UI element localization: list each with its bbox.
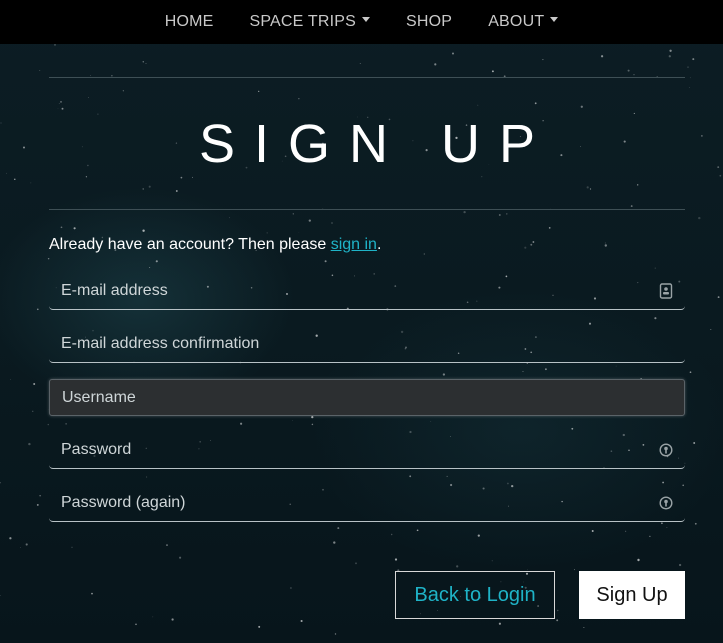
star [91,592,93,595]
star [689,87,690,88]
signin-link[interactable]: sign in [331,236,377,253]
star [33,383,36,385]
star [36,503,39,506]
star [637,558,640,562]
contact-card-icon [659,283,673,299]
star [28,442,31,446]
signin-prompt-text: Already have an account? Then please [49,236,327,253]
star [698,216,701,220]
star [10,379,11,380]
star [498,622,501,625]
star [25,543,28,546]
star [477,534,480,537]
star [0,122,2,124]
star [14,178,16,181]
star [0,482,1,484]
star [39,70,41,71]
key-icon [659,443,673,457]
password-again-placeholder: Password (again) [61,494,186,511]
sign-up-button[interactable]: Sign Up [579,571,685,619]
nav-home-label: HOME [164,13,214,30]
star [649,535,651,538]
back-to-login-button[interactable]: Back to Login [395,571,555,619]
star [333,541,336,544]
username-field[interactable]: Username [49,379,685,416]
star [661,522,663,525]
nav-space-trips-label: SPACE TRIPS [249,13,357,30]
star [171,618,174,621]
star [666,527,668,529]
signin-suffix: . [376,236,382,253]
password-field[interactable]: Password [49,432,685,469]
star [152,616,154,618]
star [394,558,398,561]
nav-shop[interactable]: SHOP [406,13,452,31]
star [591,530,594,532]
username-placeholder: Username [62,388,136,406]
star [30,182,32,184]
star [39,495,41,497]
star [258,625,261,628]
nav-about[interactable]: ABOUT [488,13,559,31]
star [694,522,697,525]
star [391,533,393,536]
star [416,529,419,532]
star [6,172,7,174]
star [717,166,720,168]
star [574,569,575,571]
star [355,562,357,565]
email-confirm-field[interactable]: E-mail address confirmation [49,326,685,363]
star [583,627,585,629]
caret-down-icon [550,16,559,22]
star [693,442,696,444]
star [135,623,137,626]
star [710,328,712,331]
email-confirm-placeholder: E-mail address confirmation [61,335,260,352]
star [719,174,722,177]
nav-space-trips[interactable]: SPACE TRIPS [250,13,371,31]
divider-bottom [49,209,685,210]
key-icon [659,496,673,510]
star [491,560,493,562]
star [678,563,682,567]
signin-prompt: Already have an account? Then please sig… [49,236,685,254]
star [0,594,1,597]
top-navbar: HOME SPACE TRIPS SHOP ABOUT [0,0,723,44]
star [625,530,627,532]
star [337,527,340,530]
star [689,371,692,374]
star [71,546,73,548]
star [300,619,303,623]
star [23,146,25,149]
star [36,308,39,311]
signup-content: SIGN UP Already have an account? Then pl… [49,44,685,522]
star [334,633,337,635]
nav-about-label: ABOUT [488,13,545,30]
star [689,77,691,79]
star [692,58,695,61]
star [289,586,292,590]
form-actions: Back to Login Sign Up [395,571,685,619]
star [456,565,459,568]
star [32,410,34,412]
star [9,537,12,540]
star [20,547,21,548]
password-placeholder: Password [61,441,132,458]
star [556,619,559,622]
star [687,66,689,68]
star [166,544,168,546]
caret-down-icon [362,16,371,22]
star [701,135,703,137]
nav-shop-label: SHOP [406,13,453,30]
email-placeholder: E-mail address [61,282,168,299]
nav-home[interactable]: HOME [165,13,214,31]
star [717,296,720,299]
page-title: SIGN UP [198,113,555,174]
password-again-field[interactable]: Password (again) [49,485,685,522]
email-field[interactable]: E-mail address [49,273,685,310]
star [179,556,182,559]
